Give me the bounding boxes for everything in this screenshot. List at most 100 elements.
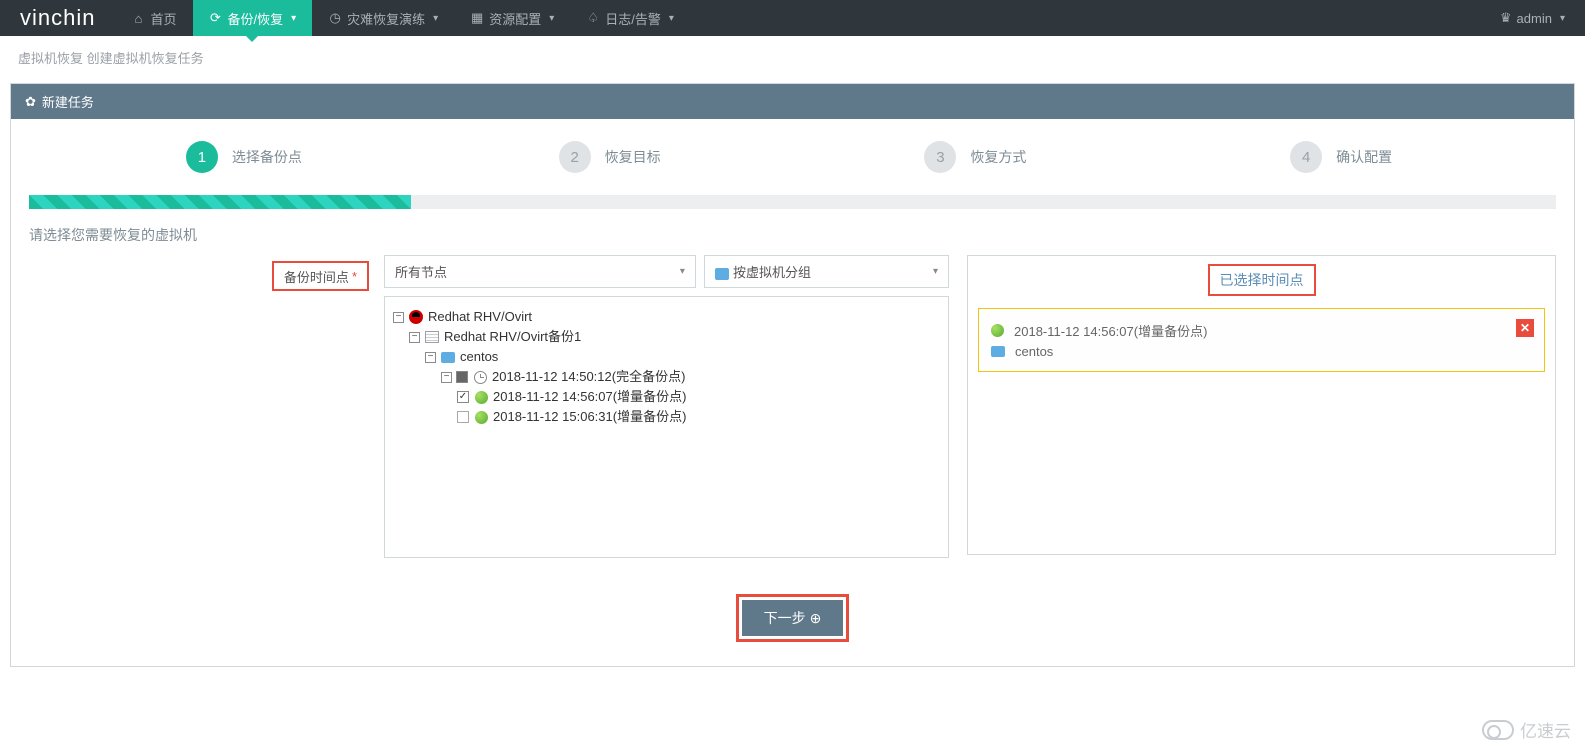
step-4[interactable]: 4 确认配置 [1158,141,1524,173]
collapse-icon[interactable]: − [393,312,404,323]
tree-root[interactable]: − Redhat RHV/Ovirt [393,307,940,327]
content-row: 备份时间点 * 所有节点 ▾ 按虚拟机分组 ▾ − Redhat RHV [11,255,1574,576]
refresh-icon: ⟳ [209,11,223,25]
remove-selected-button[interactable]: ✕ [1516,319,1534,337]
globe-icon [473,390,489,404]
selected-time-line: 2018-11-12 14:56:07(增量备份点) [991,319,1532,342]
checkbox-unchecked-icon[interactable] [457,411,469,423]
checkbox-checked-icon[interactable]: ✓ [457,391,469,403]
tree-root-label: Redhat RHV/Ovirt [428,308,532,326]
collapse-icon[interactable]: − [425,352,436,363]
bell-icon: ♤ [586,11,600,25]
next-button-label: 下一步 [764,608,806,628]
nav-backup[interactable]: ⟳ 备份/恢复 ▾ [193,0,313,36]
redhat-icon [408,310,424,324]
globe-icon [991,324,1004,337]
panel-heading: ✿ 新建任务 [11,84,1574,119]
required-star: * [352,269,357,284]
group-select[interactable]: 按虚拟机分组 ▾ [704,255,949,288]
group-select-value: 按虚拟机分组 [715,262,811,281]
clock-icon [472,370,488,384]
home-icon: ⌂ [131,11,145,25]
nav-home-label: 首页 [150,9,176,28]
step-2[interactable]: 2 恢复目标 [427,141,793,173]
selected-header-text: 已选择时间点 [1208,264,1316,296]
filter-row: 所有节点 ▾ 按虚拟机分组 ▾ [384,255,949,288]
selected-box: 已选择时间点 2018-11-12 14:56:07(增量备份点) centos… [967,255,1556,555]
step-3-label: 恢复方式 [970,147,1026,167]
user-name: admin [1517,11,1552,26]
chevron-down-icon: ▾ [933,266,938,277]
nav-menu: ⌂ 首页 ⟳ 备份/恢复 ▾ ◷ 灾难恢复演练 ▾ ▦ 资源配置 ▾ ♤ 日志/… [115,0,1479,36]
backup-tree: − Redhat RHV/Ovirt − Redhat RHV/Ovirt备份1… [384,296,949,558]
tree-vm[interactable]: − centos [393,347,940,367]
arrow-right-icon: ⊕ [810,610,822,627]
progress-bar [29,195,1556,209]
chevron-down-icon: ▾ [433,13,438,24]
nav-resources-label: 资源配置 [489,9,541,28]
watermark: 亿速云 [1482,717,1571,742]
node-select[interactable]: 所有节点 ▾ [384,255,696,288]
instruction-text: 请选择您需要恢复的虚拟机 [11,209,1574,255]
grid-icon: ▦ [470,11,484,25]
tree-inc-backup-2[interactable]: 2018-11-12 15:06:31(增量备份点) [393,407,940,427]
nav-resources[interactable]: ▦ 资源配置 ▾ [454,0,570,36]
user-menu[interactable]: ♛ admin ▾ [1480,10,1585,26]
vm-icon [991,346,1005,357]
globe-icon [473,410,489,424]
tree-job-label: Redhat RHV/Ovirt备份1 [444,328,581,346]
collapse-icon[interactable]: − [409,332,420,343]
chevron-down-icon: ▾ [549,13,554,24]
breadcrumb: 虚拟机恢复 创建虚拟机恢复任务 [0,36,1585,79]
nav-logs[interactable]: ♤ 日志/告警 ▾ [570,0,690,36]
selected-column: 已选择时间点 2018-11-12 14:56:07(增量备份点) centos… [967,255,1556,558]
step-1-label: 选择备份点 [232,147,302,167]
selected-vm-line: centos [991,342,1532,361]
step-4-label: 确认配置 [1336,147,1392,167]
backup-point-label-box: 备份时间点 * [272,261,369,291]
chevron-down-icon: ▾ [1560,13,1565,24]
gear-icon: ✿ [25,94,36,110]
chevron-down-icon: ▾ [291,13,296,24]
step-1-num: 1 [186,141,218,173]
step-2-num: 2 [559,141,591,173]
step-2-label: 恢复目标 [605,147,661,167]
user-icon: ♛ [1500,10,1512,26]
step-4-num: 4 [1290,141,1322,173]
label-column: 备份时间点 * [29,255,384,558]
tree-vm-label: centos [460,348,498,366]
step-wizard: 1 选择备份点 2 恢复目标 3 恢复方式 4 确认配置 [11,119,1574,183]
tree-inc1-label: 2018-11-12 14:56:07(增量备份点) [493,388,686,406]
chevron-down-icon: ▾ [669,13,674,24]
next-button-highlight: 下一步 ⊕ [736,594,850,642]
nav-logs-label: 日志/告警 [605,9,661,28]
node-select-value: 所有节点 [395,262,447,281]
panel-title: 新建任务 [42,92,94,111]
nav-drill[interactable]: ◷ 灾难恢复演练 ▾ [312,0,454,36]
tree-inc-backup-1[interactable]: ✓ 2018-11-12 14:56:07(增量备份点) [393,387,940,407]
top-navbar: vinchin ⌂ 首页 ⟳ 备份/恢复 ▾ ◷ 灾难恢复演练 ▾ ▦ 资源配置… [0,0,1585,36]
footer-actions: 下一步 ⊕ [11,576,1574,666]
watermark-text: 亿速云 [1520,717,1571,742]
selected-time: 2018-11-12 14:56:07(增量备份点) [1014,321,1207,340]
step-3[interactable]: 3 恢复方式 [793,141,1159,173]
step-3-num: 3 [924,141,956,173]
checkbox-full-icon[interactable] [456,371,468,383]
cloud-icon [1482,720,1514,740]
nav-home[interactable]: ⌂ 首页 [115,0,192,36]
nav-drill-label: 灾难恢复演练 [347,9,425,28]
collapse-icon[interactable]: − [441,372,452,383]
main-panel: ✿ 新建任务 1 选择备份点 2 恢复目标 3 恢复方式 4 确认配置 请选择您… [10,83,1575,667]
vm-icon [715,268,729,280]
clock-icon: ◷ [328,11,342,25]
chevron-down-icon: ▾ [680,266,685,277]
tree-full-backup[interactable]: − 2018-11-12 14:50:12(完全备份点) [393,367,940,387]
next-button[interactable]: 下一步 ⊕ [742,600,844,636]
selected-header: 已选择时间点 [968,256,1555,300]
tree-job[interactable]: − Redhat RHV/Ovirt备份1 [393,327,940,347]
tree-full-label: 2018-11-12 14:50:12(完全备份点) [492,368,685,386]
nav-backup-label: 备份/恢复 [228,9,284,28]
selected-vm: centos [1015,344,1053,359]
progress-fill [29,195,411,209]
step-1[interactable]: 1 选择备份点 [61,141,427,173]
